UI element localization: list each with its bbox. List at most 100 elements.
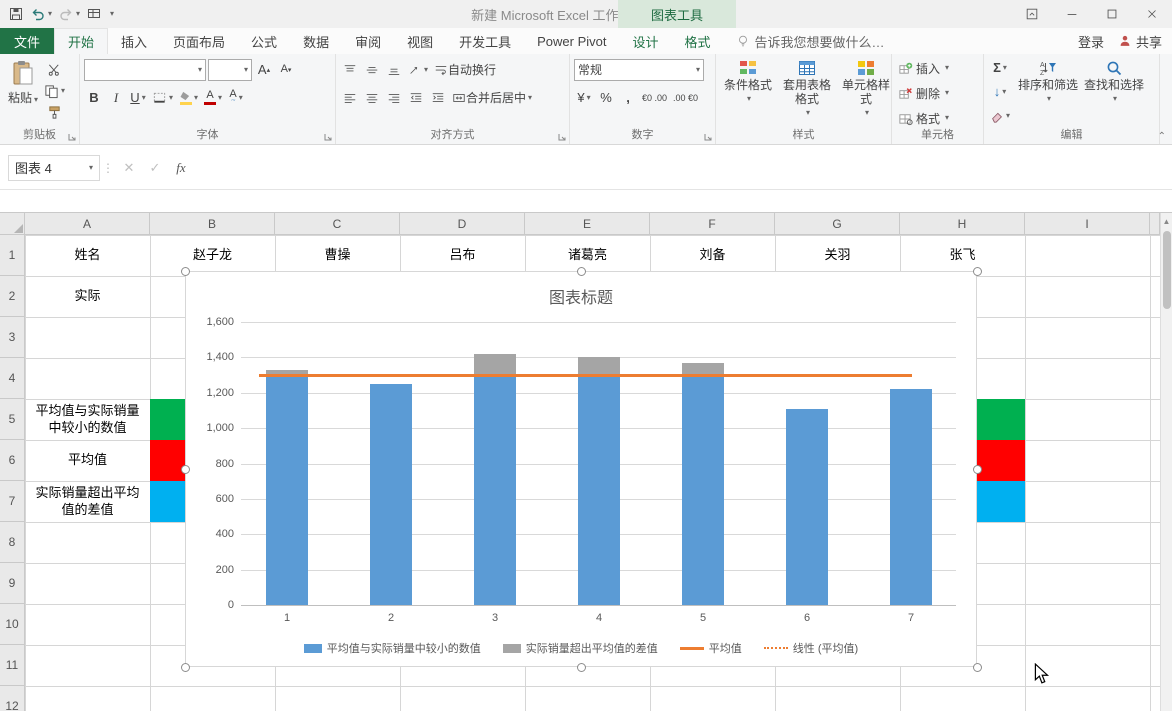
chart[interactable]: 图表标题 平均值与实际销量中较小的数值实际销量超出平均值的差值平均值线性 (平均…	[185, 271, 977, 667]
tab-power-pivot[interactable]: Power Pivot	[524, 28, 619, 54]
cell-a2[interactable]: 实际	[25, 276, 150, 317]
align-middle-button[interactable]	[362, 59, 382, 80]
bar-series1[interactable]	[890, 389, 932, 605]
cell-row1-E[interactable]: 诸葛亮	[525, 235, 650, 276]
autosum-button[interactable]: Σ▾	[988, 57, 1012, 78]
chart-title[interactable]: 图表标题	[186, 284, 976, 308]
number-dialog-launcher[interactable]	[703, 132, 713, 142]
row-header-6[interactable]: 6	[0, 440, 25, 481]
cell-a5[interactable]: 平均值与实际销量中较小的数值	[25, 399, 150, 440]
confirm-entry-button[interactable]: ✓	[142, 156, 168, 180]
insert-function-button[interactable]: fx	[168, 156, 194, 180]
tab-design[interactable]: 设计	[620, 28, 672, 54]
underline-button[interactable]: U▾	[128, 87, 148, 108]
column-header-I[interactable]: I	[1025, 213, 1150, 235]
merge-center-button[interactable]: 合并后居中▾	[450, 87, 534, 108]
conditional-formatting-button[interactable]: 条件格式▾	[720, 57, 776, 119]
chart-legend[interactable]: 平均值与实际销量中较小的数值实际销量超出平均值的差值平均值线性 (平均值)	[186, 640, 976, 656]
cell-row1-C[interactable]: 曹操	[275, 235, 400, 276]
row-header-8[interactable]: 8	[0, 522, 25, 563]
row-header-11[interactable]: 11	[0, 645, 25, 686]
paste-button[interactable]: 粘贴▾	[4, 57, 42, 109]
cell-row1-D[interactable]: 吕布	[400, 235, 525, 276]
name-box[interactable]: 图表 4▾	[8, 155, 100, 181]
align-left-button[interactable]	[340, 87, 360, 108]
increase-indent-button[interactable]	[428, 87, 448, 108]
clear-button[interactable]: ▾	[988, 105, 1012, 126]
decrease-decimal-button[interactable]: .00 €0	[671, 87, 700, 108]
chart-selection-handle[interactable]	[973, 663, 982, 672]
borders-button[interactable]: ▾	[150, 87, 175, 108]
column-header-F[interactable]: F	[650, 213, 775, 235]
format-painter-button[interactable]	[42, 102, 67, 123]
select-all-corner[interactable]	[0, 213, 25, 235]
row-header-12[interactable]: 12	[0, 686, 25, 711]
orientation-button[interactable]: ▾	[406, 59, 430, 80]
undo-button[interactable]: ▾	[30, 6, 52, 22]
percent-style-button[interactable]: %	[596, 87, 616, 108]
bar-series1[interactable]	[786, 409, 828, 605]
format-as-table-button[interactable]: 套用表格格式▾	[778, 57, 836, 119]
tab-home[interactable]: 开始	[54, 28, 108, 54]
cancel-entry-button[interactable]: ✕	[116, 156, 142, 180]
row-header-1[interactable]: 1	[0, 235, 25, 276]
chart-selection-handle[interactable]	[577, 267, 586, 276]
delete-cells-button[interactable]: 删除▾	[896, 82, 951, 104]
align-center-button[interactable]	[362, 87, 382, 108]
minimize-button[interactable]	[1052, 0, 1092, 28]
average-line-series[interactable]	[259, 374, 912, 377]
font-color-button[interactable]: A▾	[202, 87, 224, 108]
tab-insert[interactable]: 插入	[108, 28, 160, 54]
row-header-2[interactable]: 2	[0, 276, 25, 317]
decrease-font-size-button[interactable]: A▾	[276, 59, 296, 80]
tab-page-layout[interactable]: 页面布局	[160, 28, 238, 54]
chart-selection-handle[interactable]	[973, 267, 982, 276]
cell-a7[interactable]: 实际销量超出平均值的差值	[25, 481, 150, 522]
cell-a6[interactable]: 平均值	[25, 440, 150, 481]
column-header-H[interactable]: H	[900, 213, 1025, 235]
chart-selection-handle[interactable]	[181, 465, 190, 474]
cell-row1-A[interactable]: 姓名	[25, 235, 150, 276]
close-button[interactable]	[1132, 0, 1172, 28]
cell-row1-G[interactable]: 关羽	[775, 235, 900, 276]
chart-selection-handle[interactable]	[577, 663, 586, 672]
collapse-ribbon-button[interactable]: ⌃	[1158, 131, 1166, 142]
tell-me-box[interactable]: 告诉我您想要做什么…	[724, 28, 897, 54]
bar-series1[interactable]	[266, 375, 308, 605]
column-header-E[interactable]: E	[525, 213, 650, 235]
font-name-select[interactable]: ▾	[84, 59, 206, 81]
sign-in-button[interactable]: 登录	[1078, 32, 1104, 51]
name-box-splitter[interactable]: ⋮	[100, 161, 116, 175]
touch-mode-button[interactable]	[86, 6, 102, 22]
italic-button[interactable]: I	[106, 87, 126, 108]
column-header-C[interactable]: C	[275, 213, 400, 235]
column-header-A[interactable]: A	[25, 213, 150, 235]
bar-series1[interactable]	[682, 375, 724, 605]
scrollbar-thumb[interactable]	[1163, 231, 1171, 309]
clipboard-dialog-launcher[interactable]	[67, 132, 77, 142]
chart-selection-handle[interactable]	[181, 663, 190, 672]
row-header-5[interactable]: 5	[0, 399, 25, 440]
fill-button[interactable]: ↓▾	[988, 81, 1012, 102]
increase-font-size-button[interactable]: A▴	[254, 59, 274, 80]
alignment-dialog-launcher[interactable]	[557, 132, 567, 142]
share-button[interactable]: 共享	[1118, 32, 1162, 51]
legend-item[interactable]: 实际销量超出平均值的差值	[503, 640, 658, 656]
legend-item[interactable]: 线性 (平均值)	[764, 640, 858, 656]
align-bottom-button[interactable]	[384, 59, 404, 80]
cell-row1-B[interactable]: 赵子龙	[150, 235, 275, 276]
align-right-button[interactable]	[384, 87, 404, 108]
bar-series1[interactable]	[474, 375, 516, 605]
tab-view[interactable]: 视图	[394, 28, 446, 54]
number-format-select[interactable]: 常规▾	[574, 59, 704, 81]
row-header-3[interactable]: 3	[0, 317, 25, 358]
tab-formulas[interactable]: 公式	[238, 28, 290, 54]
cell-styles-button[interactable]: 单元格样式▾	[838, 57, 894, 119]
row-header-4[interactable]: 4	[0, 358, 25, 399]
column-header-D[interactable]: D	[400, 213, 525, 235]
vertical-scrollbar[interactable]: ▲	[1160, 213, 1172, 711]
tab-format[interactable]: 格式	[672, 28, 724, 54]
legend-item[interactable]: 平均值与实际销量中较小的数值	[304, 640, 481, 656]
row-header-7[interactable]: 7	[0, 481, 25, 522]
tab-file[interactable]: 文件	[0, 28, 54, 54]
